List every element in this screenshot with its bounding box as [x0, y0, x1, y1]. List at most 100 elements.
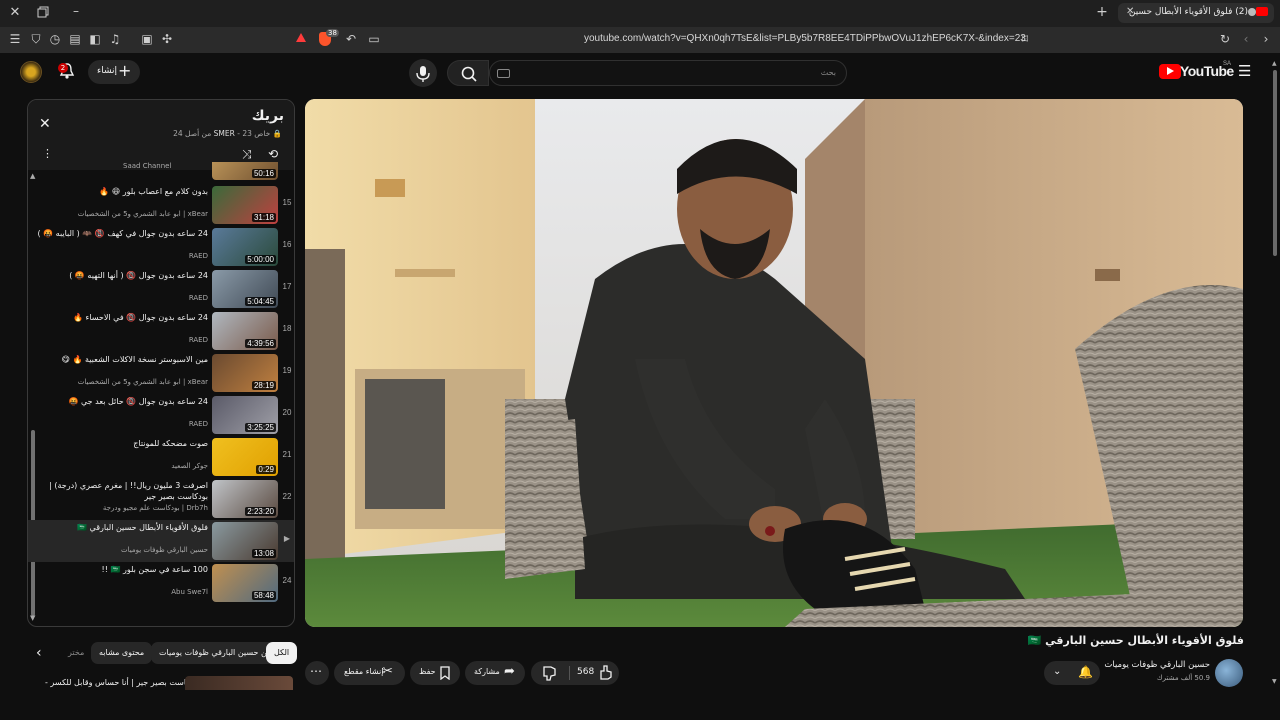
list-item[interactable]: 22 2:23:20 اصرفت 3 مليون ريال!! | مغرم عصر…	[28, 478, 294, 520]
rewards-triangle-icon[interactable]	[296, 33, 306, 42]
item-number: 21	[282, 450, 292, 459]
scroll-down-arrow-icon[interactable]: ▼	[30, 614, 35, 622]
forward-icon[interactable]: ›	[1258, 32, 1274, 48]
duration: 0:29	[256, 465, 276, 474]
chip-more[interactable]: مختر	[60, 642, 92, 664]
page-scrollbar[interactable]: ▲ ▼	[1272, 60, 1278, 690]
video-frame	[305, 99, 1243, 627]
item-title: فلوق الأقوياء الأبطال حسين البارقي 🇸🇦	[77, 523, 208, 532]
chip-from-channel[interactable]: من حسين البارقي ظوفات يوميات	[151, 642, 280, 664]
search-placeholder: بحث	[820, 68, 836, 77]
save-button[interactable]: حفظ	[410, 661, 460, 685]
create-label: إنشاء	[97, 66, 118, 76]
guide-menu-icon[interactable]: ☰	[1238, 63, 1251, 79]
list-item[interactable]: 24 58:48 100 ساعة في سجن بلور 🇸🇦 !! Abu Swe…	[28, 562, 294, 604]
share-label: مشاركة	[474, 667, 500, 676]
item-channel: xBear | ابو عابد الشمري و5 من الشخصيات	[77, 210, 208, 218]
shield-badge: 38	[326, 29, 339, 37]
page-scroll-down-icon[interactable]: ▼	[1272, 678, 1277, 685]
youtube-logo-icon[interactable]	[1159, 64, 1181, 79]
page-scrollbar-thumb[interactable]	[1273, 70, 1277, 256]
menu-icon[interactable]: ☰	[7, 32, 23, 48]
back-icon[interactable]: ‹	[1238, 32, 1254, 48]
item-number: 22	[282, 492, 292, 501]
channel-avatar[interactable]	[1215, 659, 1243, 687]
close-window-icon[interactable]: ✕	[7, 6, 23, 22]
close-playlist-icon[interactable]: ✕	[39, 116, 51, 132]
scroll-up-arrow-icon[interactable]: ▲	[30, 172, 35, 180]
voice-search-button[interactable]	[409, 59, 437, 87]
thumbs-down-icon	[543, 666, 556, 681]
extensions-icon[interactable]: ✣	[159, 32, 175, 48]
video-player[interactable]	[305, 99, 1243, 627]
list-item-partial[interactable]: Saad Channel 50:16	[28, 162, 294, 182]
loop-playlist-icon[interactable]: ⟲	[268, 147, 278, 161]
reading-list-icon[interactable]: ▤	[67, 32, 83, 48]
item-number: 17	[282, 282, 292, 291]
browser-tab[interactable]: (2) فلوق الأقوياء الأبطال حسين ✕	[1118, 3, 1274, 23]
create-button[interactable]: + إنشاء	[88, 60, 140, 84]
minimize-window-icon[interactable]: –	[68, 4, 84, 20]
more-options-icon[interactable]: ⋮	[42, 148, 53, 160]
item-title: 24 ساعه بدون جوال 📵 حائل بعد جي 🤬	[68, 397, 209, 406]
page-scroll-up-icon[interactable]: ▲	[1272, 60, 1277, 67]
playlist-header: ✕ بريك 🔒 خاص SMER - 23 من أصل 24 ⋮ ⟲ ⤨	[28, 100, 294, 170]
thumbnail: 5:04:45	[212, 270, 278, 308]
close-tab-icon[interactable]: ✕	[1126, 6, 1134, 17]
item-channel: RAED	[188, 252, 208, 260]
list-item[interactable]: 15 31:18 بدون كلام مع اعصاب بلور 😆 🔥 xBear …	[28, 184, 294, 226]
chevron-down-icon: ⌄	[1053, 666, 1062, 677]
list-item[interactable]: 21 0:29 صوت مضحكه للمونتاج جوكر الصعيد	[28, 436, 294, 478]
search-button[interactable]	[447, 60, 489, 86]
more-actions-button[interactable]: ⋯	[305, 661, 329, 685]
item-title: 24 ساعه بدون جوال 📵 في الاحساء 🔥	[73, 313, 208, 322]
duration: 2:23:20	[245, 507, 276, 516]
thumbnail: 3:25:25	[212, 396, 278, 434]
keyboard-icon[interactable]	[497, 69, 510, 78]
thumbnail: 31:18	[212, 186, 278, 224]
playlist-panel: ✕ بريك 🔒 خاص SMER - 23 من أصل 24 ⋮ ⟲ ⤨ S…	[27, 99, 295, 627]
like-button[interactable]: 568	[570, 661, 619, 685]
duration: 50:16	[251, 169, 276, 178]
sidebar-icon[interactable]: ◧	[87, 32, 103, 48]
restore-window-icon[interactable]	[37, 6, 53, 22]
cast-icon[interactable]: ▭	[366, 32, 382, 48]
share-button[interactable]: ➦ مشاركة	[465, 661, 525, 685]
subscribe-bell-button[interactable]: 🔔 ⌄	[1044, 661, 1100, 685]
duration: 4:39:56	[245, 339, 276, 348]
list-item[interactable]: 17 5:04:45 24 ساعه بدون جوال 📵 ( أنها الته…	[28, 268, 294, 310]
playlist-owner[interactable]: SMER	[214, 129, 235, 138]
duration: 3:25:25	[245, 423, 276, 432]
chips-scroll-left-icon[interactable]: ‹	[36, 646, 42, 660]
playlist-item-current[interactable]: ▶ 13:08 فلوق الأقوياء الأبطال حسين البارقي…	[28, 520, 294, 562]
music-icon[interactable]: ♫	[107, 32, 123, 48]
clip-button[interactable]: ✂ إنشاء مقطع	[334, 661, 405, 685]
history-icon[interactable]: ◷	[47, 32, 63, 48]
thumbnail: 58:48	[212, 564, 278, 602]
item-title: بدون كلام مع اعصاب بلور 😆 🔥	[99, 187, 208, 196]
list-item[interactable]: 18 4:39:56 24 ساعه بدون جوال 📵 في الاحساء …	[28, 310, 294, 352]
list-item[interactable]: 16 5:00:00 24 ساعه بدون جوال في كهف 📵 🦇 ( …	[28, 226, 294, 268]
item-title: اصرفت 3 مليون ريال!! | مغرم عصري (درجة) …	[49, 481, 208, 501]
new-tab-icon[interactable]: +	[1094, 5, 1110, 21]
shield-icon[interactable]: ⛉	[28, 32, 44, 48]
dislike-button[interactable]	[531, 661, 569, 685]
chip-similar[interactable]: محتوى مشابه	[91, 642, 153, 664]
chip-all[interactable]: الكل	[266, 642, 298, 664]
undo-icon[interactable]: ↶	[343, 32, 359, 48]
item-title: 24 ساعه بدون جوال 📵 ( أنها التهيه 🤬 )	[69, 271, 208, 280]
playlist-title[interactable]: بريك	[252, 108, 284, 124]
shuffle-icon[interactable]: ⤨	[242, 147, 252, 162]
window-icon[interactable]: ▣	[139, 32, 155, 48]
clip-label: إنشاء مقطع	[344, 667, 384, 676]
channel-name[interactable]: حسين البارقي ظوفات يوميات	[1080, 660, 1210, 670]
list-item[interactable]: 20 3:25:25 24 ساعه بدون جوال 📵 حائل بعد جي…	[28, 394, 294, 436]
list-item[interactable]: 19 28:19 مين الاسبوستر نسخة الاكلات الشعبي…	[28, 352, 294, 394]
address-url[interactable]: youtube.com/watch?v=QHXn0qh7TsE&list=PLB…	[584, 33, 1026, 44]
recommended-item[interactable]: بودكاست بصير جير | أنا حساس وقابل للكسر …	[27, 676, 295, 690]
reload-icon[interactable]: ↻	[1217, 32, 1233, 48]
search-input[interactable]: بحث	[489, 60, 847, 86]
thumbnail	[185, 676, 293, 690]
avatar[interactable]	[20, 61, 42, 83]
duration: 31:18	[251, 213, 276, 222]
